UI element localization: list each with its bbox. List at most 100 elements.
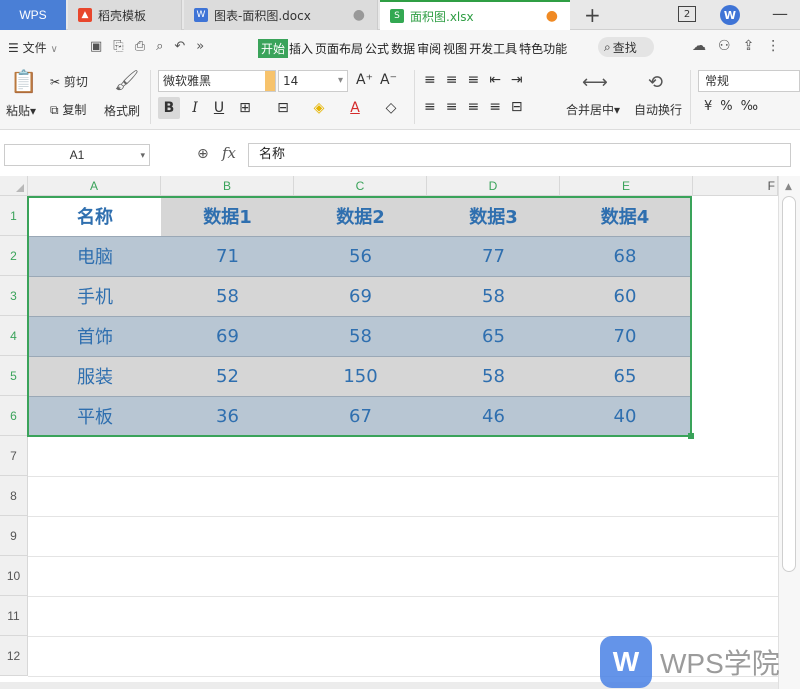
- horizontal-align-icons[interactable]: ≡≡≡≡⊟: [424, 99, 533, 115]
- cell-e2[interactable]: 68: [560, 236, 690, 276]
- formula-input[interactable]: 名称: [248, 143, 791, 167]
- border-icon[interactable]: ⊞: [234, 97, 256, 119]
- font-name-select[interactable]: 微软雅黑: [158, 70, 276, 92]
- tab-developer[interactable]: 开发工具: [468, 39, 518, 58]
- clear-format-icon[interactable]: ◇: [380, 97, 402, 119]
- row-header-3[interactable]: 3: [0, 276, 28, 316]
- cell-b3[interactable]: 58: [161, 276, 294, 316]
- tab-review[interactable]: 审阅: [416, 39, 442, 58]
- select-all-corner[interactable]: [0, 176, 28, 196]
- tab-wps-home[interactable]: WPS: [0, 0, 66, 30]
- cell-a5[interactable]: 服装: [29, 356, 161, 396]
- cut-button[interactable]: ✂ 剪切: [50, 73, 88, 90]
- fx-icon[interactable]: fx: [222, 144, 236, 162]
- column-header-a[interactable]: A: [28, 176, 161, 196]
- tab-modified-icon[interactable]: ●: [546, 8, 558, 24]
- column-header-b[interactable]: B: [161, 176, 294, 196]
- vertical-align-icons[interactable]: ≡≡≡⇤⇥: [424, 72, 533, 88]
- cell-a4[interactable]: 首饰: [29, 316, 161, 356]
- tab-close-icon[interactable]: ●: [353, 7, 365, 23]
- minimize-icon[interactable]: —: [772, 4, 788, 23]
- fill-color-icon[interactable]: ◈: [308, 97, 330, 119]
- row-header-7[interactable]: 7: [0, 436, 28, 476]
- underline-icon[interactable]: U: [208, 97, 230, 119]
- increase-font-icon[interactable]: A⁺: [356, 72, 373, 88]
- column-header-f[interactable]: F: [693, 176, 778, 196]
- cell-c5[interactable]: 150: [294, 356, 427, 396]
- cell-e5[interactable]: 65: [560, 356, 690, 396]
- cell-d6[interactable]: 46: [427, 396, 560, 436]
- column-header-d[interactable]: D: [427, 176, 560, 196]
- tab-features[interactable]: 特色功能: [518, 39, 568, 58]
- font-color-icon[interactable]: A: [344, 97, 366, 119]
- cell-c4[interactable]: 58: [294, 316, 427, 356]
- vertical-scrollbar[interactable]: ▲: [778, 176, 800, 689]
- paste-button[interactable]: 粘贴▾: [6, 102, 36, 119]
- font-size-select[interactable]: 14 ▾: [278, 70, 348, 92]
- cell-c6[interactable]: 67: [294, 396, 427, 436]
- cell-e4[interactable]: 70: [560, 316, 690, 356]
- cell-a1[interactable]: 名称: [29, 196, 161, 236]
- paste-icon[interactable]: 📋: [10, 70, 37, 95]
- print-preview-icon[interactable]: ⌕: [156, 39, 163, 54]
- cell-b1[interactable]: 数据1: [161, 196, 294, 236]
- more-icon[interactable]: »: [196, 39, 204, 54]
- more-dots-icon[interactable]: ⋮: [766, 38, 780, 54]
- tab-data[interactable]: 数据: [390, 39, 416, 58]
- format-painter-button[interactable]: 格式刷: [104, 102, 140, 119]
- tab-xlsx[interactable]: S 面积图.xlsx ●: [380, 0, 570, 30]
- row-header-5[interactable]: 5: [0, 356, 28, 396]
- tab-formulas[interactable]: 公式: [364, 39, 390, 58]
- bold-icon[interactable]: B: [158, 97, 180, 119]
- cell-style-icon[interactable]: ⊟: [272, 97, 294, 119]
- row-header-4[interactable]: 4: [0, 316, 28, 356]
- fill-handle[interactable]: [688, 433, 694, 439]
- cell-d5[interactable]: 58: [427, 356, 560, 396]
- row-header-1[interactable]: 1: [0, 196, 28, 236]
- file-menu[interactable]: ☰ 文件 ∨: [8, 39, 58, 56]
- row-header-2[interactable]: 2: [0, 236, 28, 276]
- merge-center-button[interactable]: 合并居中▾: [566, 101, 620, 118]
- tab-insert[interactable]: 插入: [288, 39, 314, 58]
- cell-c2[interactable]: 56: [294, 236, 427, 276]
- new-tab-icon[interactable]: +: [584, 3, 601, 27]
- tab-page-layout[interactable]: 页面布局: [314, 39, 364, 58]
- cell-b4[interactable]: 69: [161, 316, 294, 356]
- tab-docx[interactable]: W 图表-面积图.docx ●: [184, 0, 378, 30]
- wps-account-icon[interactable]: W: [720, 5, 740, 25]
- share-upload-icon[interactable]: ⇪: [743, 38, 755, 54]
- undo-icon[interactable]: ↶: [174, 39, 185, 54]
- cell-b6[interactable]: 36: [161, 396, 294, 436]
- cell-e6[interactable]: 40: [560, 396, 690, 436]
- row-header-11[interactable]: 11: [0, 596, 28, 636]
- cell-b2[interactable]: 71: [161, 236, 294, 276]
- cell-d3[interactable]: 58: [427, 276, 560, 316]
- wrap-text-button[interactable]: 自动换行: [634, 101, 682, 118]
- cell-a6[interactable]: 平板: [29, 396, 161, 436]
- copy-button[interactable]: ⧉ 复制: [50, 101, 86, 118]
- row-header-12[interactable]: 12: [0, 636, 28, 676]
- row-header-8[interactable]: 8: [0, 476, 28, 516]
- cell-e1[interactable]: 数据4: [560, 196, 690, 236]
- save-icon[interactable]: ▣: [90, 39, 102, 54]
- cell-e3[interactable]: 60: [560, 276, 690, 316]
- share-icon[interactable]: ⎘: [113, 39, 123, 54]
- cell-b5[interactable]: 52: [161, 356, 294, 396]
- scrollbar-thumb[interactable]: [782, 196, 796, 572]
- scroll-up-icon[interactable]: ▲: [785, 182, 792, 192]
- decrease-font-icon[interactable]: A⁻: [380, 72, 397, 88]
- cell-c3[interactable]: 69: [294, 276, 427, 316]
- print-icon[interactable]: ⎙: [135, 39, 145, 54]
- cell-d2[interactable]: 77: [427, 236, 560, 276]
- cell-d4[interactable]: 65: [427, 316, 560, 356]
- collaborate-icon[interactable]: ⚇: [718, 38, 731, 54]
- name-box[interactable]: A1 ▾: [4, 144, 150, 166]
- column-header-c[interactable]: C: [294, 176, 427, 196]
- tab-home[interactable]: 开始: [258, 39, 289, 58]
- zoom-icon[interactable]: ⊕: [197, 146, 209, 162]
- row-header-10[interactable]: 10: [0, 556, 28, 596]
- window-count-badge[interactable]: 2: [678, 6, 696, 22]
- cell-d1[interactable]: 数据3: [427, 196, 560, 236]
- column-header-e[interactable]: E: [560, 176, 693, 196]
- cell-a3[interactable]: 手机: [29, 276, 161, 316]
